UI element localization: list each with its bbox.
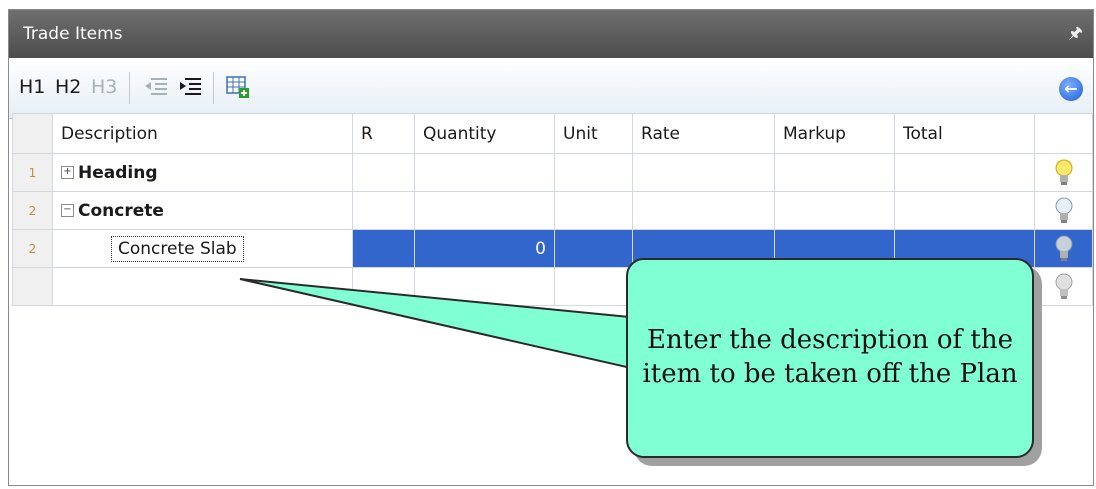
callout-text: Enter the description of the item to be … (642, 325, 1018, 389)
tooltip-callout: Enter the description of the item to be … (626, 258, 1034, 458)
